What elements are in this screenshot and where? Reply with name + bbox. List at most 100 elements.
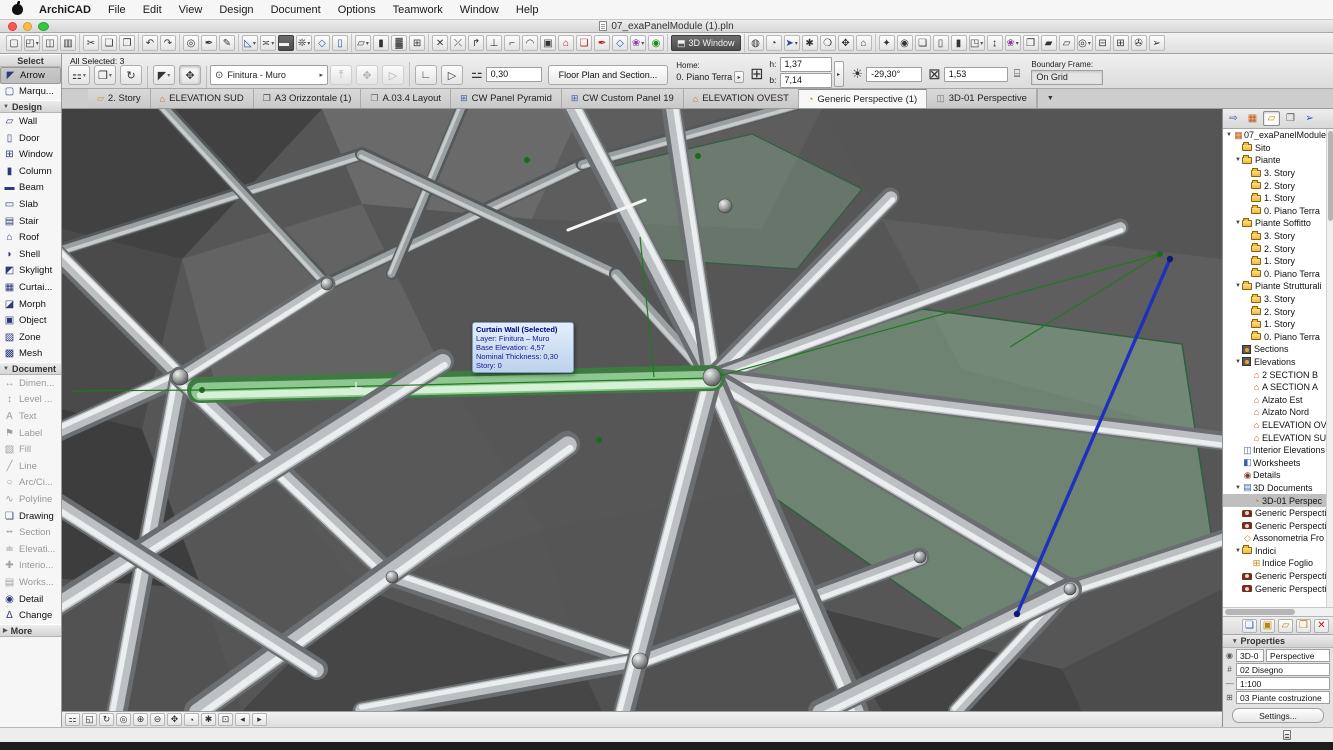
minimize-window-button[interactable]	[23, 22, 32, 31]
mirror-icon[interactable]: ⊥	[486, 35, 502, 51]
tree-item-piante-soffitto[interactable]: ▼Piante Soffitto	[1223, 217, 1333, 230]
tree-item-worksheets[interactable]: ◧Worksheets	[1223, 456, 1333, 469]
redo-icon[interactable]: ↷	[160, 35, 176, 51]
properties-header[interactable]: Properties	[1223, 635, 1333, 648]
navigator-vscrollbar[interactable]	[1326, 129, 1333, 607]
tree-item-2-story[interactable]: 2. Story	[1223, 305, 1333, 318]
toolbox-marqu[interactable]: ▢Marqu...	[0, 84, 61, 101]
close-window-button[interactable]	[8, 22, 17, 31]
tree-item-alzato-nord[interactable]: ⌂Alzato Nord	[1223, 406, 1333, 419]
tab-overflow-button[interactable]: ▼	[1037, 89, 1063, 108]
3d-window-button[interactable]: ⬒3D Window	[671, 35, 741, 51]
new-layout-icon[interactable]: ▯	[933, 35, 949, 51]
toolbox-works[interactable]: ▤Works...	[0, 574, 61, 591]
property-field-0-1[interactable]: Perspective	[1266, 649, 1330, 662]
3d-viewport[interactable]: Curtain Wall (Selected) Layer: Finitura …	[62, 109, 1222, 727]
default-settings-button[interactable]: ⚏▾	[68, 65, 90, 85]
thickness-input[interactable]: 0,30	[486, 67, 542, 82]
cut-icon[interactable]: ✂	[83, 35, 99, 51]
toolbox-mesh[interactable]: ▩Mesh	[0, 346, 61, 363]
arrow-method-button[interactable]: ◤▾	[153, 65, 175, 85]
menu-view[interactable]: View	[179, 4, 203, 16]
toolbox-door[interactable]: ▯Door	[0, 130, 61, 147]
frame-option-icon[interactable]: ⌸	[1014, 68, 1021, 81]
toolbox-header-design[interactable]: ▼Design	[0, 100, 61, 113]
tree-item-3d-01-perspec[interactable]: ◔3D-01 Perspec	[1223, 494, 1333, 507]
brush-light-icon[interactable]: ▱	[1059, 35, 1075, 51]
toolbox-dimen[interactable]: ↔Dimen...	[0, 375, 61, 392]
corner-angle-button[interactable]: ∟	[415, 65, 437, 85]
tree-item-3-story[interactable]: 3. Story	[1223, 230, 1333, 243]
view-map-tab[interactable]: ▱	[1263, 111, 1280, 126]
tree-item-generic-perspecti[interactable]: Generic Perspecti	[1223, 519, 1333, 532]
vr-scene-icon[interactable]: ◔	[766, 35, 782, 51]
size-expand-button[interactable]: ▸	[834, 61, 844, 87]
tab-2-story[interactable]: ▱2. Story	[88, 89, 151, 108]
paste-icon[interactable]: ❐	[119, 35, 135, 51]
menu-teamwork[interactable]: Teamwork	[393, 4, 443, 16]
menu-document[interactable]: Document	[271, 4, 321, 16]
adjust-icon[interactable]: ▣	[540, 35, 556, 51]
print-icon[interactable]: ▥	[60, 35, 76, 51]
zoom-to-selection-button[interactable]: ◱	[82, 713, 97, 726]
tree-item-0-piano-terra[interactable]: 0. Piano Terra	[1223, 268, 1333, 281]
surface-paint-icon[interactable]: ▓	[391, 35, 407, 51]
tab-elevation-sud[interactable]: ⌂ELEVATION SUD	[151, 89, 254, 108]
apple-menu-icon[interactable]	[12, 4, 23, 15]
snap-grid-icon[interactable]: ❊▾	[296, 35, 312, 51]
play-direction-button[interactable]: ▷	[441, 65, 463, 85]
tree-item-generic-perspecti[interactable]: Generic Perspecti	[1223, 507, 1333, 520]
inject-parameters-icon[interactable]: ✎	[219, 35, 235, 51]
tree-item-0-piano-terra[interactable]: 0. Piano Terra	[1223, 331, 1333, 344]
home-view-icon[interactable]: ⌂	[856, 35, 872, 51]
toolbox-beam[interactable]: ▬Beam	[0, 180, 61, 197]
boundary-frame-value[interactable]: On Grid	[1031, 70, 1103, 85]
pan-button[interactable]: ✥	[167, 713, 182, 726]
quick-options-button[interactable]: ⚏	[65, 713, 80, 726]
tree-item-1-story[interactable]: 1. Story	[1223, 192, 1333, 205]
show-organizer-button[interactable]: ❐	[1296, 619, 1311, 633]
property-field-1-0[interactable]: 02 Disegno	[1236, 663, 1330, 676]
tree-item-alzato-est[interactable]: ⌂Alzato Est	[1223, 393, 1333, 406]
rotate-icon[interactable]: ↱	[468, 35, 484, 51]
toolbox-morph[interactable]: ◪Morph	[0, 296, 61, 313]
tree-item-1-story[interactable]: 1. Story	[1223, 255, 1333, 268]
toolbox-header-more[interactable]: ▶More	[0, 624, 61, 637]
toolbox-interio[interactable]: ✚Interio...	[0, 558, 61, 575]
toolbox-slab[interactable]: ▭Slab	[0, 196, 61, 213]
fill-options-icon[interactable]: ▱▾	[355, 35, 371, 51]
menu-archicad[interactable]: ArchiCAD	[39, 4, 91, 16]
line-tools-icon[interactable]: ◺▾	[242, 35, 258, 51]
property-field-2-0[interactable]: 1:100	[1236, 677, 1330, 690]
navigator-hscrollbar[interactable]	[1223, 607, 1333, 616]
toolbox-header-document[interactable]: ▼Document	[0, 362, 61, 375]
toolbox-skylight[interactable]: ◩Skylight	[0, 263, 61, 280]
pan-mode-icon[interactable]: ✥	[838, 35, 854, 51]
marquee-3d-icon[interactable]: ↨	[987, 35, 1003, 51]
model-view-options-icon[interactable]: ⊞	[409, 35, 425, 51]
grid-page-icon[interactable]: ⊞	[1113, 35, 1129, 51]
menu-help[interactable]: Help	[516, 4, 539, 16]
brush-dark-icon[interactable]: ▰	[1041, 35, 1057, 51]
tree-item-3d-documents[interactable]: ▼▤3D Documents	[1223, 482, 1333, 495]
multiply-icon[interactable]: ❏	[576, 35, 592, 51]
tab-3d-01-perspective[interactable]: ◫3D-01 Perspective	[927, 89, 1037, 108]
toolbox-zone[interactable]: ▨Zone	[0, 329, 61, 346]
render-settings-icon[interactable]: ❀▾	[1005, 35, 1021, 51]
rotate-selection-button[interactable]: ↻	[120, 65, 142, 85]
tree-item-piante-strutturali[interactable]: ▼Piante Strutturali	[1223, 280, 1333, 293]
tree-item-2-section-b[interactable]: ⌂2 SECTION B	[1223, 368, 1333, 381]
toolbox-line[interactable]: ╱Line	[0, 458, 61, 475]
3d-cutaway-icon[interactable]: ◳▾	[969, 35, 985, 51]
pen-set-icon[interactable]: ▮	[373, 35, 389, 51]
toolbox-shell[interactable]: ◗Shell	[0, 246, 61, 263]
wall-options-icon[interactable]: ▬▾	[278, 35, 294, 51]
master-layout-icon[interactable]: ▮	[951, 35, 967, 51]
property-field-3-0[interactable]: 03 Piante costruzione	[1236, 691, 1330, 704]
menu-file[interactable]: File	[108, 4, 126, 16]
tree-item-07-exapanelmodule[interactable]: ▼▦07_exaPanelModule	[1223, 129, 1333, 142]
tree-item-a-section-a[interactable]: ⌂A SECTION A	[1223, 381, 1333, 394]
walk-button[interactable]: ✱	[201, 713, 216, 726]
pickup-parameters-icon[interactable]: ✒	[201, 35, 217, 51]
tree-item-1-story[interactable]: 1. Story	[1223, 318, 1333, 331]
